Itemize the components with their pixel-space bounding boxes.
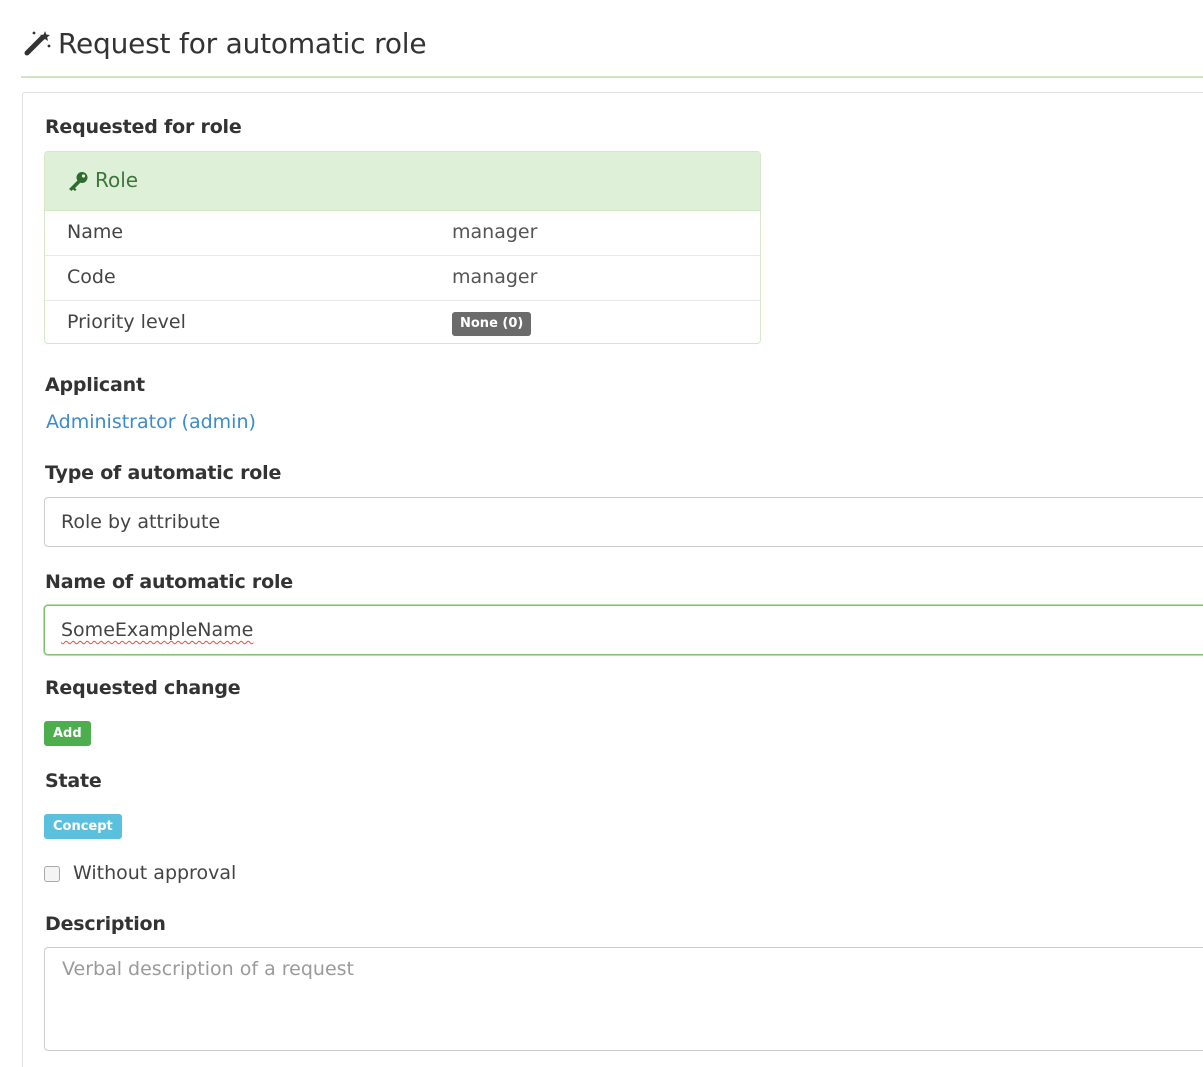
type-of-automatic-role-label: Type of automatic role: [45, 462, 282, 484]
key-icon: [69, 172, 88, 191]
priority-level-badge: None (0): [452, 312, 532, 336]
requested-change-badge: Add: [44, 721, 91, 746]
name-of-automatic-role-value: SomeExampleName: [61, 619, 254, 641]
magic-wand-icon: [24, 31, 51, 56]
role-row-key: Code: [67, 266, 116, 288]
role-row-key: Name: [67, 221, 124, 243]
applicant-link[interactable]: Administrator (admin): [46, 411, 256, 433]
state-badge: Concept: [44, 814, 122, 839]
requested-change-label: Requested change: [45, 677, 241, 699]
role-row-name: Name manager: [45, 211, 760, 256]
name-of-automatic-role-label: Name of automatic role: [45, 571, 293, 593]
role-info-panel: Role Name manager Code manager Priority …: [44, 151, 761, 344]
type-of-automatic-role-value: Role by attribute: [61, 511, 221, 533]
page-header: Request for automatic role: [21, 24, 1203, 78]
type-of-automatic-role-field[interactable]: Role by attribute: [44, 497, 1203, 547]
page-title: Request for automatic role: [58, 27, 427, 60]
without-approval-label[interactable]: Without approval: [73, 862, 236, 884]
state-label: State: [45, 770, 102, 792]
role-panel-header: Role: [45, 152, 760, 211]
role-row-value: manager: [452, 266, 538, 288]
role-row-code: Code manager: [45, 256, 760, 301]
description-label: Description: [45, 913, 166, 935]
role-row-key: Priority level: [67, 311, 186, 333]
name-of-automatic-role-input[interactable]: SomeExampleName: [44, 605, 1203, 655]
role-row-priority: Priority level None (0): [45, 301, 760, 343]
requested-for-role-label: Requested for role: [45, 116, 242, 138]
role-row-value: manager: [452, 221, 538, 243]
description-textarea[interactable]: [44, 947, 1203, 1051]
applicant-label: Applicant: [45, 374, 145, 396]
role-panel-title: Role: [95, 168, 139, 192]
without-approval-checkbox[interactable]: [44, 866, 60, 882]
